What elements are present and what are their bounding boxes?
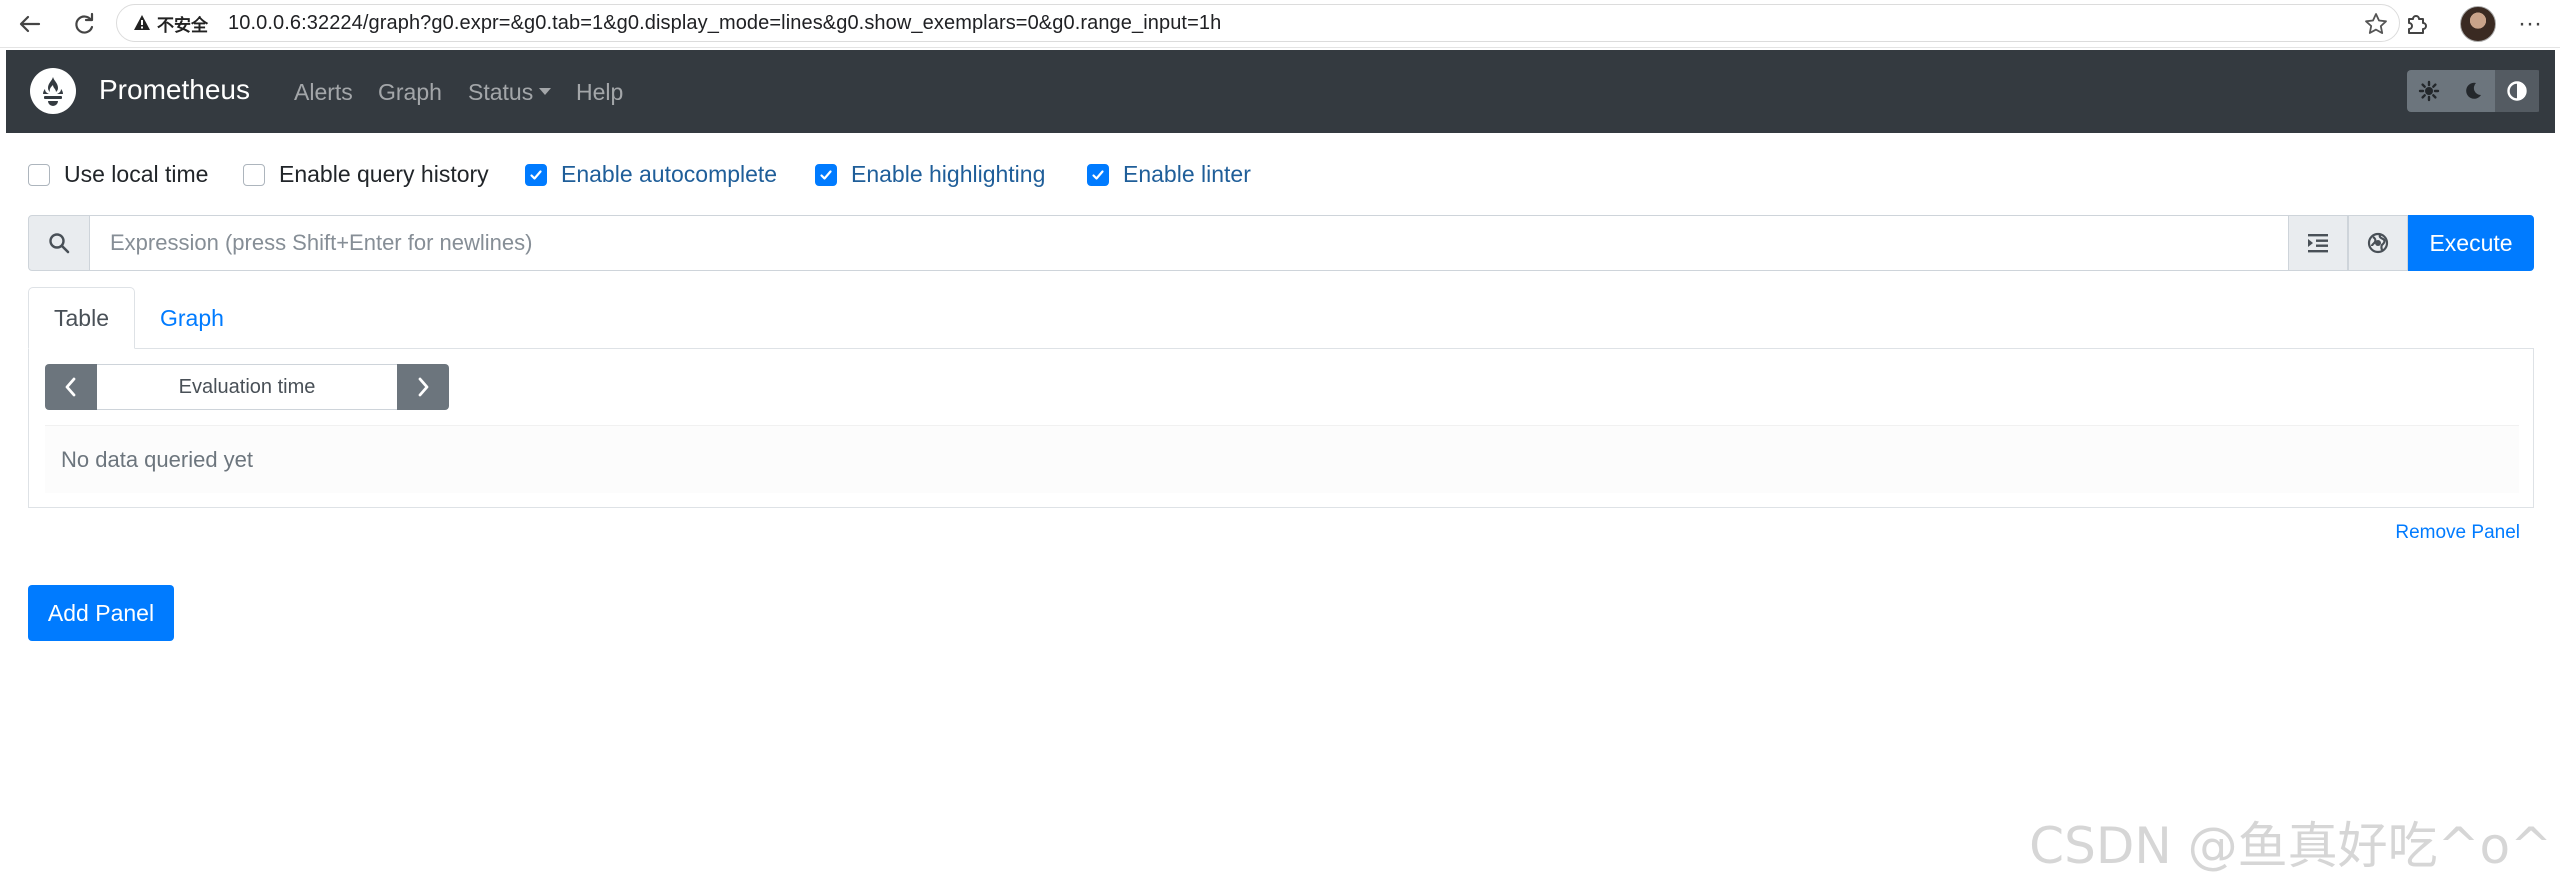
browser-menu-icon[interactable]: ··· [2510, 4, 2550, 44]
expression-input[interactable] [90, 215, 2288, 271]
security-warning[interactable]: 不安全 [133, 11, 208, 36]
format-expression-button[interactable] [2288, 215, 2348, 271]
half-circle-icon [2507, 81, 2527, 101]
checkmark-icon [820, 169, 832, 180]
enable-highlighting-option[interactable]: Enable highlighting [815, 161, 1045, 188]
globe-icon [2367, 232, 2389, 254]
prometheus-logo-icon[interactable] [30, 68, 76, 114]
evaluation-time-picker [45, 364, 449, 410]
back-icon[interactable] [8, 2, 52, 46]
nav-help[interactable]: Help [576, 79, 623, 106]
nav-status-label: Status [468, 79, 534, 105]
tab-table[interactable]: Table [28, 287, 135, 349]
avatar [2460, 6, 2496, 42]
eval-time-forward-button[interactable] [397, 364, 449, 410]
extensions-icon[interactable] [2396, 4, 2436, 44]
enable-highlighting-label: Enable highlighting [851, 161, 1046, 187]
chevron-left-icon [65, 377, 76, 397]
brand-title[interactable]: Prometheus [99, 74, 250, 106]
use-local-time-checkbox[interactable] [28, 163, 50, 186]
enable-query-history-checkbox[interactable] [243, 163, 265, 186]
add-panel-button[interactable]: Add Panel [28, 585, 174, 641]
remove-panel-link[interactable]: Remove Panel [2395, 522, 2520, 544]
chevron-down-icon [539, 88, 552, 95]
watermark-text: CSDN @鱼真好吃^o^ [2029, 817, 2552, 875]
moon-icon [2466, 82, 2481, 99]
enable-query-history-label: Enable query history [279, 161, 489, 187]
nav-status-dropdown[interactable]: Status [468, 79, 552, 106]
dark-theme-button[interactable] [2451, 70, 2495, 112]
enable-autocomplete-label: Enable autocomplete [561, 161, 778, 187]
url-text: 10.0.0.6:32224/graph?g0.expr=&g0.tab=1&g… [228, 11, 1222, 34]
sun-icon [2418, 80, 2440, 102]
reload-icon[interactable] [62, 2, 106, 46]
metrics-explorer-button[interactable] [2348, 215, 2408, 271]
profile-avatar[interactable] [2458, 4, 2498, 44]
theme-toggle-group [2407, 70, 2541, 112]
bookmark-star-icon[interactable] [2363, 11, 2389, 42]
checkmark-icon [1092, 169, 1104, 180]
nav-alerts[interactable]: Alerts [294, 79, 353, 106]
security-label: 不安全 [157, 15, 208, 35]
top-navbar: Prometheus Alerts Graph Status Help [6, 50, 2555, 133]
no-data-message: No data queried yet [45, 425, 2519, 493]
browser-theme-button[interactable] [2495, 70, 2539, 112]
checkmark-icon [530, 169, 542, 180]
light-theme-button[interactable] [2407, 70, 2451, 112]
panel-tabs: Table Graph [28, 287, 249, 349]
enable-highlighting-checkbox[interactable] [815, 163, 837, 186]
chevron-right-icon [418, 377, 429, 397]
enable-autocomplete-checkbox[interactable] [525, 163, 547, 186]
panel-body: No data queried yet [28, 348, 2534, 508]
tab-graph[interactable]: Graph [135, 287, 249, 349]
enable-linter-checkbox[interactable] [1087, 163, 1109, 186]
use-local-time-label: Use local time [64, 161, 209, 187]
address-bar[interactable]: 不安全 10.0.0.6:32224/graph?g0.expr=&g0.tab… [116, 4, 2400, 42]
expression-input-group: Execute [28, 215, 2534, 271]
enable-linter-option[interactable]: Enable linter [1087, 161, 1251, 188]
enable-linter-label: Enable linter [1123, 161, 1251, 187]
evaluation-time-input[interactable] [97, 364, 397, 410]
use-local-time-option[interactable]: Use local time [28, 161, 208, 188]
eval-time-back-button[interactable] [45, 364, 97, 410]
warning-icon [134, 15, 150, 30]
enable-query-history-option[interactable]: Enable query history [243, 161, 489, 188]
execute-button[interactable]: Execute [2408, 215, 2534, 271]
search-icon [28, 215, 90, 271]
enable-autocomplete-option[interactable]: Enable autocomplete [525, 161, 777, 188]
nav-graph[interactable]: Graph [378, 79, 442, 106]
indent-icon [2308, 234, 2328, 253]
browser-toolbar: 不安全 10.0.0.6:32224/graph?g0.expr=&g0.tab… [0, 0, 2560, 48]
